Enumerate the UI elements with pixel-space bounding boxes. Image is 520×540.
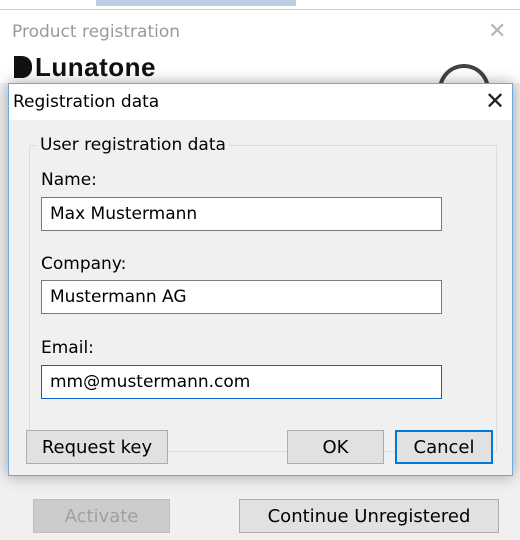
registration-data-dialog: Registration data ✕ User registration da…	[8, 83, 513, 476]
activate-button[interactable]: Activate	[33, 499, 170, 533]
lunatone-logo-text: Lunatone	[35, 52, 156, 82]
email-field[interactable]	[41, 365, 442, 399]
company-field[interactable]	[41, 280, 442, 314]
email-label: Email:	[41, 338, 94, 358]
request-key-button[interactable]: Request key	[26, 430, 168, 464]
product-registration-title: Product registration	[12, 22, 181, 42]
underlying-window-strip	[0, 0, 520, 9]
registration-dialog-title: Registration data	[13, 92, 160, 112]
groupbox-title: User registration data	[37, 135, 229, 155]
underlying-window-text	[96, 0, 296, 6]
continue-unregistered-button[interactable]: Continue Unregistered	[239, 499, 499, 533]
cancel-button-label: Cancel	[413, 436, 475, 458]
continue-unregistered-button-label: Continue Unregistered	[267, 505, 471, 527]
company-label: Company:	[41, 254, 127, 274]
name-field[interactable]	[41, 197, 442, 231]
request-key-button-label: Request key	[41, 436, 153, 458]
registration-dialog-titlebar: Registration data ✕	[9, 84, 512, 120]
lunatone-logo: Lunatone	[14, 52, 156, 82]
cancel-button[interactable]: Cancel	[395, 430, 493, 464]
product-registration-titlebar: Product registration ✕	[0, 9, 520, 54]
activate-button-label: Activate	[64, 505, 139, 527]
ok-button-label: OK	[322, 436, 349, 458]
lunatone-logo-mark	[14, 56, 32, 78]
ok-button[interactable]: OK	[287, 430, 384, 464]
name-label: Name:	[41, 170, 97, 190]
close-icon[interactable]: ✕	[488, 19, 506, 44]
close-icon[interactable]: ✕	[485, 87, 505, 115]
